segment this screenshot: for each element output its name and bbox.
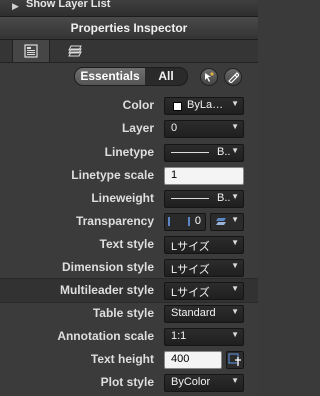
show-layer-list-bar[interactable]: ▶ Show Layer List	[0, 0, 258, 17]
layer-value: 0	[171, 122, 178, 134]
linetype-value: B..	[217, 146, 231, 158]
table-style-label: Table style	[92, 306, 154, 320]
color-dropdown[interactable]: ByLa… ▼	[164, 97, 244, 115]
dimension-style-label: Dimension style	[61, 260, 154, 274]
multileader-style-value: Lサイズ	[171, 287, 210, 299]
transparency-value: 0	[194, 215, 201, 227]
quick-select-button[interactable]	[200, 68, 218, 86]
multileader-style-label: Multileader style	[59, 283, 154, 297]
text-height-input[interactable]: 400	[164, 351, 222, 369]
inspector-tabs	[0, 40, 258, 63]
linetype-label: Linetype	[104, 145, 154, 159]
chevron-down-icon: ▼	[231, 192, 239, 201]
pick-icon	[228, 72, 239, 83]
annotation-scale-dropdown[interactable]: 1:1 ▼	[164, 328, 244, 346]
tab-properties[interactable]	[12, 40, 50, 62]
text-style-value: Lサイズ	[171, 241, 210, 253]
plot-style-label: Plot style	[100, 375, 154, 389]
chevron-down-icon: ▼	[231, 261, 239, 270]
layers-icon	[216, 218, 226, 225]
select-objects-button[interactable]	[224, 68, 242, 86]
text-style-dropdown[interactable]: Lサイズ ▼	[164, 236, 244, 254]
transparency-label: Transparency	[75, 214, 154, 228]
text-height-value: 400	[171, 353, 190, 365]
lineweight-preview-icon	[171, 198, 209, 199]
essentials-button[interactable]: Essentials	[75, 68, 145, 85]
layer-label: Layer	[121, 121, 154, 135]
plot-style-value: ByColor	[171, 376, 211, 388]
row-color: Color ByLa… ▼	[0, 94, 258, 117]
slider-track[interactable]	[168, 217, 190, 226]
properties-tab-icon	[24, 44, 38, 58]
lineweight-dropdown[interactable]: B.. ▼	[164, 190, 244, 208]
transparency-slider[interactable]: 0	[164, 213, 206, 231]
transparency-mode-dropdown[interactable]: ▼	[210, 213, 244, 231]
row-dimension-style: Dimension style Lサイズ ▼	[0, 256, 258, 279]
panel-title: Properties Inspector	[0, 17, 258, 40]
annotation-scale-value: 1:1	[171, 330, 187, 342]
row-text-style: Text style Lサイズ ▼	[0, 233, 258, 256]
dimension-style-dropdown[interactable]: Lサイズ ▼	[164, 259, 244, 277]
chevron-down-icon: ▼	[231, 238, 239, 247]
row-layer: Layer 0 ▼	[0, 117, 258, 140]
row-table-style: Table style Standard ▼	[0, 302, 258, 325]
disclosure-triangle-icon[interactable]: ▶	[12, 1, 19, 12]
color-swatch	[173, 102, 182, 111]
text-style-label: Text style	[99, 237, 154, 251]
table-style-dropdown[interactable]: Standard ▼	[164, 305, 244, 323]
table-style-value: Standard	[171, 307, 216, 319]
show-layer-list-label: Show Layer List	[26, 0, 111, 10]
lineweight-value: B..	[217, 192, 231, 204]
chevron-down-icon: ▼	[231, 284, 239, 293]
layer-dropdown[interactable]: 0 ▼	[164, 120, 244, 138]
row-transparency: Transparency 0 ▼	[0, 210, 258, 233]
row-lineweight: Lineweight B.. ▼	[0, 187, 258, 210]
chevron-down-icon: ▼	[231, 99, 239, 108]
row-text-height: Text height 400	[0, 348, 258, 371]
all-button[interactable]: All	[145, 68, 187, 85]
linetype-scale-label: Linetype scale	[71, 168, 154, 182]
row-plot-style: Plot style ByColor ▼	[0, 371, 258, 394]
lineweight-label: Lineweight	[91, 191, 154, 205]
tab-layers[interactable]	[56, 40, 92, 62]
layers-tab-icon	[68, 45, 82, 57]
linetype-dropdown[interactable]: B.. ▼	[164, 144, 244, 162]
dimension-style-value: Lサイズ	[171, 264, 210, 276]
chevron-down-icon: ▼	[231, 122, 239, 131]
multileader-style-dropdown[interactable]: Lサイズ ▼	[164, 282, 244, 300]
row-linetype: Linetype B.. ▼	[0, 141, 258, 164]
quick-select-icon	[205, 72, 214, 82]
plot-style-dropdown[interactable]: ByColor ▼	[164, 374, 244, 392]
row-annotation-scale: Annotation scale 1:1 ▼	[0, 325, 258, 348]
linetype-scale-value: 1	[171, 169, 178, 181]
chevron-down-icon: ▼	[231, 307, 239, 316]
chevron-down-icon: ▼	[231, 215, 239, 224]
text-height-pick-button[interactable]	[226, 351, 244, 369]
properties-content: Essentials All Color ByLa… ▼ Layer 0 ▼ L…	[0, 63, 258, 396]
linetype-preview-icon	[171, 152, 209, 153]
chevron-down-icon: ▼	[231, 376, 239, 385]
chevron-down-icon: ▼	[231, 330, 239, 339]
pick-point-icon	[228, 353, 241, 366]
chevron-down-icon: ▼	[231, 146, 239, 155]
row-multileader-style: Multileader style Lサイズ ▼	[0, 278, 258, 303]
annotation-scale-label: Annotation scale	[57, 329, 154, 343]
row-linetype-scale: Linetype scale 1	[0, 164, 258, 187]
linetype-scale-input[interactable]: 1	[164, 167, 244, 185]
color-value: ByLa…	[187, 99, 224, 111]
text-height-label: Text height	[90, 352, 154, 366]
essentials-all-toggle: Essentials All	[74, 67, 188, 86]
color-label: Color	[122, 98, 154, 112]
